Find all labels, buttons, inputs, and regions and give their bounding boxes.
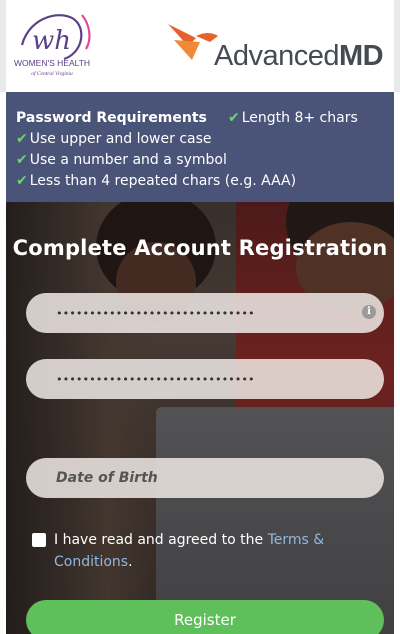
terms-checkbox[interactable] (32, 533, 46, 547)
svg-text:wh: wh (32, 26, 71, 56)
date-of-birth-placeholder: Date of Birth (56, 470, 158, 486)
womens-health-name: WOMEN'S HEALTH (13, 58, 91, 68)
check-icon: ✔ (16, 131, 28, 147)
registration-panel: Complete Account Registration ••••••••••… (6, 202, 394, 634)
confirm-password-input[interactable]: •••••••••••••••••••••••••••••• (26, 359, 384, 399)
password-input[interactable]: •••••••••••••••••••••••••••••• i (26, 293, 384, 333)
requirements-row: Password Requirements ✔ Length 8+ chars (16, 110, 394, 131)
requirement-case: ✔ Use upper and lower case (16, 131, 394, 152)
agree-suffix: . (128, 554, 133, 570)
header: wh WOMEN'S HEALTH of Central Virginia Ad… (0, 0, 400, 92)
info-icon[interactable]: i (362, 305, 376, 319)
terms-agreement: I have read and agreed to the Terms & Co… (32, 529, 382, 573)
womens-health-subtitle: of Central Virginia (31, 71, 73, 77)
confirm-password-value: •••••••••••••••••••••••••••••• (56, 372, 255, 386)
page-title: Complete Account Registration (12, 236, 388, 260)
agree-prefix: I have read and agreed to the (54, 532, 268, 548)
requirement-text: Use upper and lower case (29, 131, 212, 147)
requirements-title: Password Requirements (16, 110, 207, 126)
date-of-birth-input[interactable]: Date of Birth (26, 458, 384, 498)
terms-agreement-text: I have read and agreed to the Terms & Co… (32, 529, 382, 573)
check-icon: ✔ (16, 173, 28, 189)
password-requirements-banner: Password Requirements ✔ Length 8+ chars ✔… (6, 92, 394, 202)
requirement-text: Length 8+ chars (241, 110, 358, 126)
password-value: •••••••••••••••••••••••••••••• (56, 306, 255, 320)
requirement-repeated: ✔ Less than 4 repeated chars (e.g. AAA) (16, 173, 394, 194)
check-icon: ✔ (16, 152, 28, 168)
requirement-number-symbol: ✔ Use a number and a symbol (16, 152, 394, 173)
requirement-length: ✔ Length 8+ chars (228, 110, 358, 126)
requirement-text: Use a number and a symbol (29, 152, 227, 168)
register-button[interactable]: Register (26, 600, 384, 634)
check-icon: ✔ (228, 110, 240, 126)
advancedmd-wordmark: AdvancedMD (214, 40, 384, 72)
requirement-text: Less than 4 repeated chars (e.g. AAA) (29, 173, 297, 189)
